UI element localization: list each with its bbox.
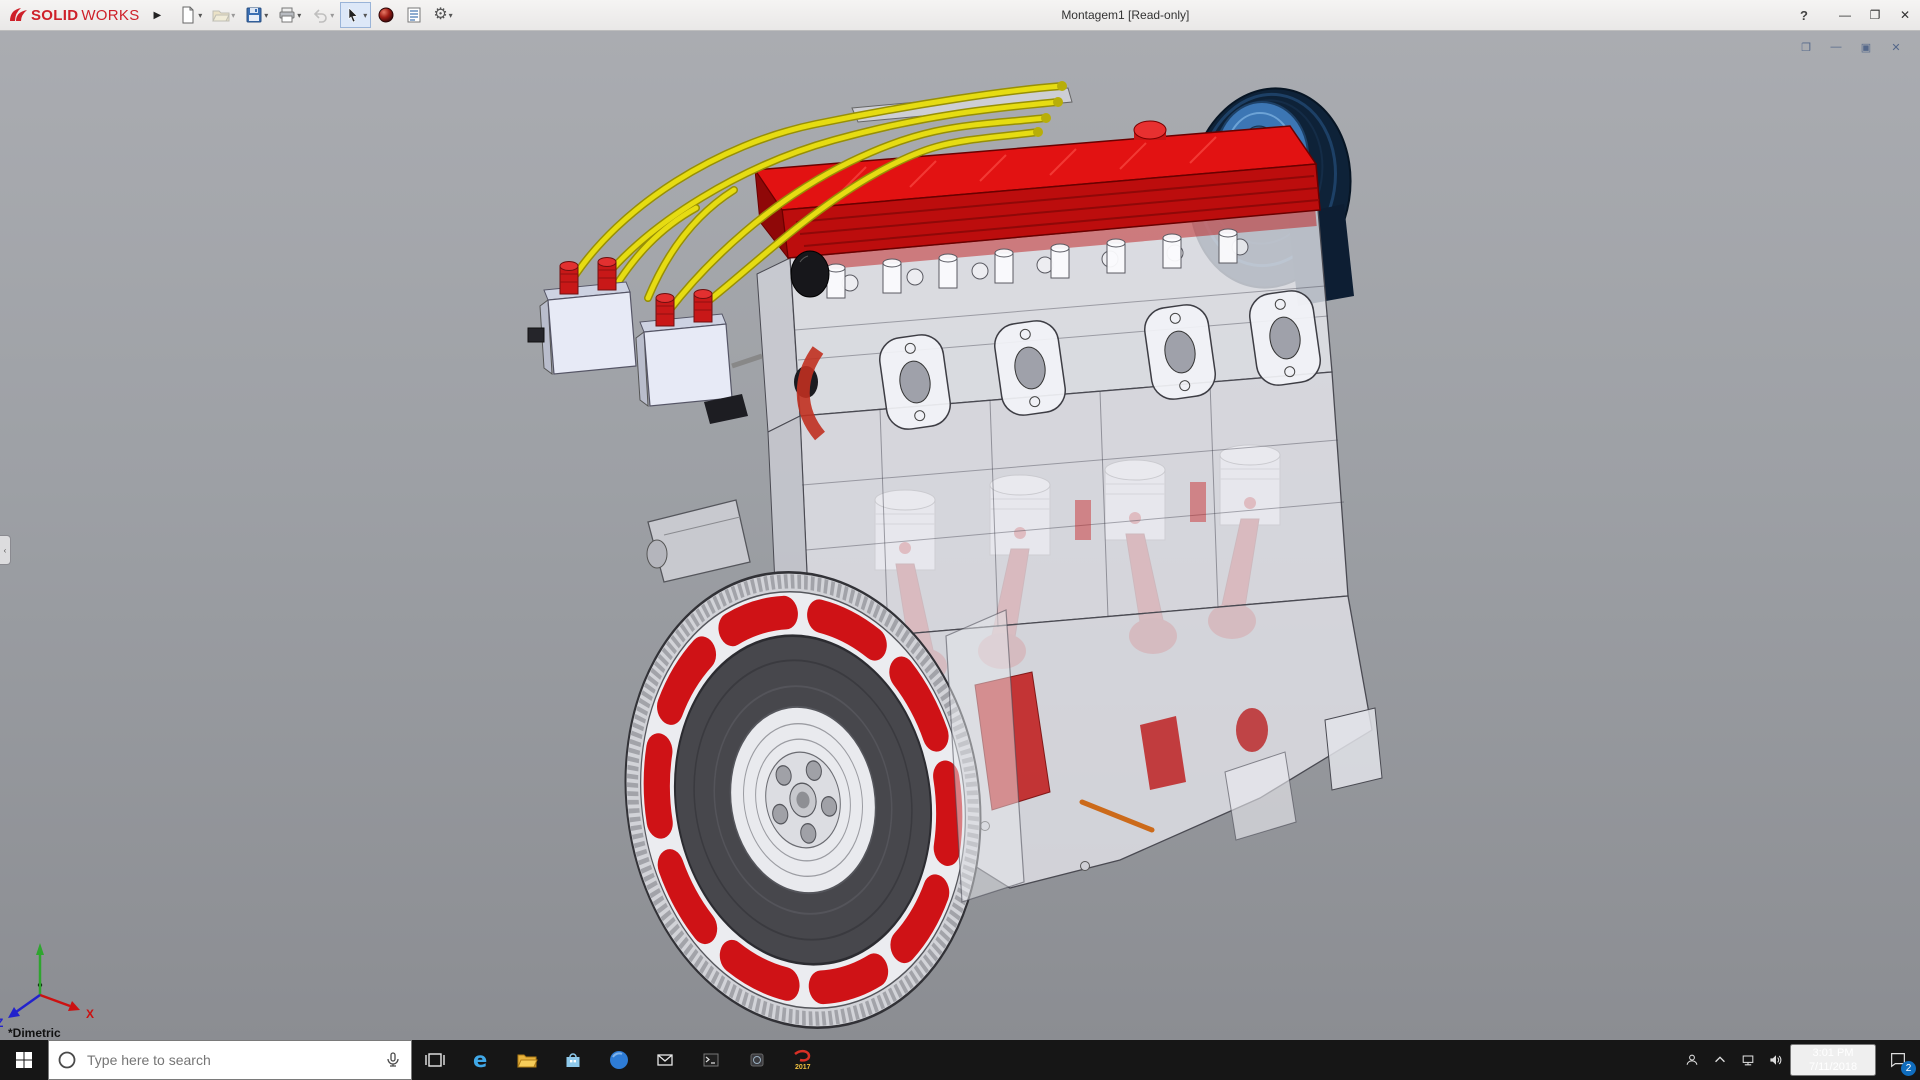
edge-browser-button[interactable]: e <box>458 1040 504 1080</box>
save-button[interactable]: ▾ <box>241 2 272 28</box>
close-button[interactable]: ✕ <box>1890 0 1920 30</box>
store-button[interactable] <box>550 1040 596 1080</box>
mail-icon <box>657 1054 673 1066</box>
titlebar: SOLID WORKS ▶ ▾ ▾ ▾ ▾ ▾ ▾ ⚙ ▾ Montagem1 … <box>0 0 1920 31</box>
people-button[interactable] <box>1678 1040 1706 1080</box>
options-button[interactable]: ⚙ ▾ <box>429 2 456 28</box>
print-icon <box>279 7 295 23</box>
doc-close-icon[interactable]: ✕ <box>1886 38 1906 56</box>
people-icon <box>1686 1054 1698 1065</box>
dropdown-caret-icon[interactable]: ▾ <box>363 11 367 20</box>
blue-circle-app-icon <box>610 1051 628 1069</box>
solidworks-2017-button[interactable]: 2017 <box>780 1040 826 1080</box>
graphics-area[interactable]: X Z ❐ — ▣ ✕ ‹ *Dimetric <box>0 30 1920 1040</box>
microphone-icon[interactable] <box>383 1050 403 1070</box>
appearance-button[interactable] <box>373 2 399 28</box>
app-button[interactable] <box>734 1040 780 1080</box>
windows-taskbar: e <box>0 1040 1920 1080</box>
svg-text:e: e <box>473 1048 487 1072</box>
doc-restore-icon[interactable]: ❐ <box>1796 38 1816 56</box>
options-gear-icon: ⚙ <box>433 6 448 23</box>
system-tray: 3:01 PM 7/11/2018 2 <box>1678 1040 1920 1080</box>
menu-flyout-arrow-icon[interactable]: ▶ <box>144 0 172 30</box>
network-button[interactable] <box>1734 1040 1762 1080</box>
main-toolbar: ▾ ▾ ▾ ▾ ▾ ▾ ⚙ ▾ <box>171 2 456 28</box>
print-button[interactable]: ▾ <box>274 2 305 28</box>
undo-icon <box>314 9 328 23</box>
dropdown-caret-icon[interactable]: ▾ <box>231 11 235 20</box>
document-window-controls: ❐ — ▣ ✕ <box>1796 38 1906 56</box>
save-icon <box>246 7 262 23</box>
triad-z-label: Z <box>0 1016 3 1030</box>
search-input[interactable] <box>85 1051 375 1069</box>
logo-text-works: WORKS <box>81 6 140 24</box>
volume-button[interactable] <box>1762 1040 1790 1080</box>
app-icon <box>750 1053 764 1067</box>
maximize-button[interactable]: ❐ <box>1860 0 1890 30</box>
triad-x-label: X <box>86 1007 94 1021</box>
volume-icon <box>1770 1055 1782 1065</box>
file-explorer-button[interactable] <box>504 1040 550 1080</box>
command-prompt-icon <box>703 1053 719 1067</box>
engine-assembly-model: X Z <box>0 81 1383 1030</box>
engine-mount <box>646 499 751 583</box>
dropdown-caret-icon[interactable]: ▾ <box>264 11 268 20</box>
clock-time: 3:01 PM <box>1812 1046 1854 1059</box>
chevron-up-icon <box>1715 1056 1725 1063</box>
hidden-icons-button[interactable] <box>1706 1040 1734 1080</box>
ds-logo-mark-icon <box>10 8 27 21</box>
notification-badge: 2 <box>1901 1061 1916 1076</box>
new-document-button[interactable]: ▾ <box>175 2 206 28</box>
select-cursor-icon <box>348 7 358 23</box>
taskbar-search[interactable] <box>48 1040 412 1080</box>
svg-text:2017: 2017 <box>795 1064 811 1071</box>
dropdown-caret-icon[interactable]: ▾ <box>198 11 202 20</box>
command-prompt-button[interactable] <box>688 1040 734 1080</box>
dropdown-caret-icon[interactable]: ▾ <box>449 11 453 20</box>
dropdown-caret-icon[interactable]: ▾ <box>330 11 334 20</box>
solidworks-logo: SOLID WORKS <box>0 6 144 24</box>
minimize-button[interactable]: — <box>1830 0 1860 30</box>
open-button[interactable]: ▾ <box>208 2 239 28</box>
document-properties-button[interactable] <box>401 2 427 28</box>
dropdown-caret-icon[interactable]: ▾ <box>297 11 301 20</box>
cortana-icon <box>58 1051 76 1069</box>
clock-date: 7/11/2018 <box>1808 1061 1858 1073</box>
featuremanager-collapse-tab[interactable]: ‹ <box>0 535 11 565</box>
mail-button[interactable] <box>642 1040 688 1080</box>
task-view-button[interactable] <box>412 1040 458 1080</box>
blue-circle-app-button[interactable] <box>596 1040 642 1080</box>
help-button[interactable]: ? <box>1794 7 1814 24</box>
window-controls: ? — ❐ ✕ <box>1794 0 1920 30</box>
windows-logo-icon <box>16 1052 32 1068</box>
network-icon <box>1742 1055 1754 1066</box>
title-region: Montagem1 [Read-only] <box>457 8 1794 22</box>
edge-icon: e <box>473 1048 487 1072</box>
start-button[interactable] <box>0 1040 48 1080</box>
view-orientation-label: *Dimetric <box>8 1026 61 1040</box>
action-center-button[interactable]: 2 <box>1876 1040 1920 1080</box>
logo-text-solid: SOLID <box>31 6 79 24</box>
select-button[interactable]: ▾ <box>340 2 372 28</box>
open-folder-icon <box>212 10 231 22</box>
taskbar-clock[interactable]: 3:01 PM 7/11/2018 <box>1790 1043 1876 1077</box>
document-properties-icon <box>407 7 421 23</box>
task-view-icon <box>425 1053 445 1067</box>
store-bag-icon <box>566 1053 580 1067</box>
solidworks-2017-icon: 2017 <box>794 1049 811 1071</box>
document-title: Montagem1 [Read-only] <box>1061 8 1190 22</box>
new-document-icon <box>182 6 194 24</box>
file-explorer-icon <box>517 1054 538 1068</box>
doc-minimize-icon[interactable]: — <box>1826 38 1846 56</box>
solidworks-window: SOLID WORKS ▶ ▾ ▾ ▾ ▾ ▾ ▾ ⚙ ▾ Montagem1 … <box>0 0 1920 1080</box>
doc-tile-icon[interactable]: ▣ <box>1856 38 1876 56</box>
orientation-triad: X Z <box>0 943 94 1030</box>
appearance-sphere-icon <box>378 7 394 23</box>
undo-button[interactable]: ▾ <box>307 2 338 28</box>
